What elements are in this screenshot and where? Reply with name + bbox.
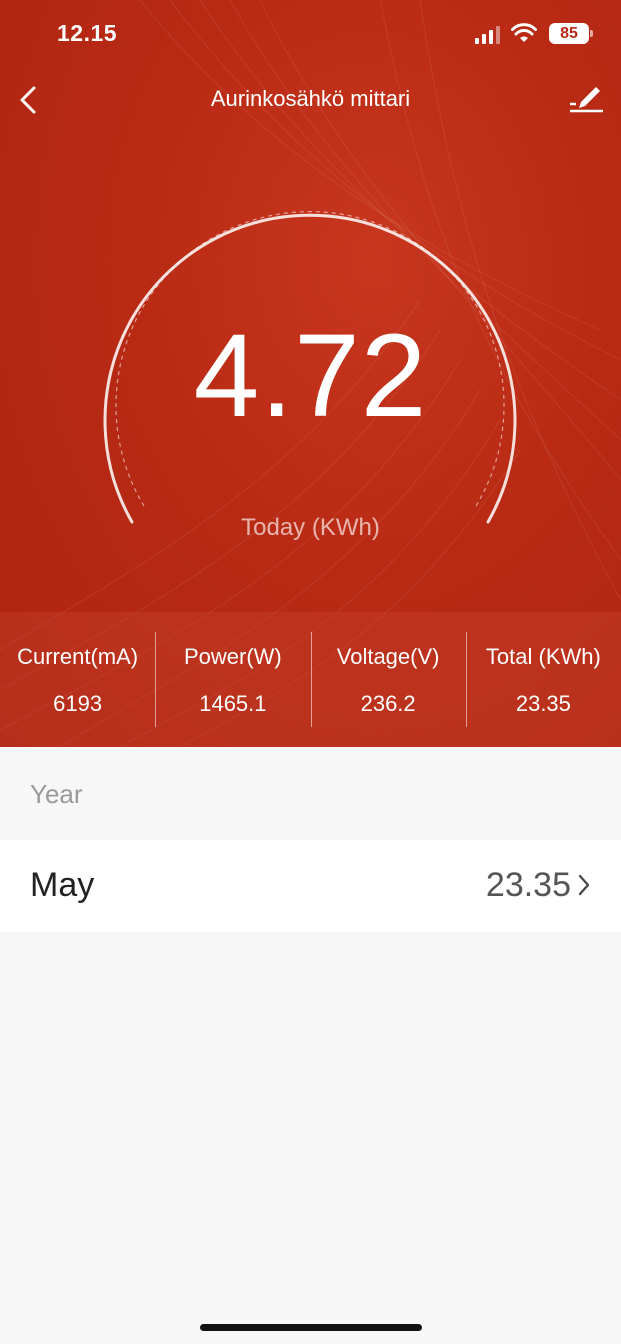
metric-value: 1465.1	[199, 691, 267, 716]
month-name: May	[30, 866, 95, 904]
month-value: 23.35	[485, 866, 571, 904]
edit-pencil-icon	[570, 87, 603, 113]
today-energy-value: 4.72	[193, 310, 428, 442]
today-energy-label: Today (KWh)	[241, 514, 380, 541]
metric-total: Total (KWh) 23.35	[465, 612, 621, 747]
metric-value: 23.35	[515, 691, 571, 716]
metric-value: 236.2	[360, 691, 416, 716]
signal-icon	[475, 26, 500, 44]
metric-value: 6193	[53, 691, 103, 716]
metric-power: Power(W) 1465.1	[155, 612, 310, 747]
month-row-may[interactable]: May 23.35	[0, 840, 621, 932]
metric-label: Power(W)	[183, 644, 282, 669]
wifi-icon	[511, 23, 537, 42]
edit-button[interactable]	[567, 80, 607, 120]
battery-icon: 85	[549, 23, 593, 44]
metric-label: Voltage(V)	[336, 644, 440, 669]
metric-voltage: Voltage(V) 236.2	[310, 612, 466, 747]
home-indicator[interactable]	[200, 1324, 422, 1331]
status-bar: 12.15 85	[0, 0, 621, 70]
chevron-right-icon	[578, 874, 590, 896]
metric-current: Current(mA) 6193	[0, 612, 155, 747]
metric-label: Current(mA)	[17, 644, 139, 669]
metric-label: Total (KWh)	[485, 644, 601, 669]
status-icons: 85	[449, 22, 593, 48]
metrics-bar: Current(mA) 6193 Power(W) 1465.1 Voltage…	[0, 612, 621, 747]
nav-bar: Aurinkosähkö mittari	[0, 70, 621, 130]
energy-gauge: 4.72 Today (KWh)	[0, 180, 621, 580]
year-section-header: Year	[0, 747, 621, 840]
status-time: 12.15	[57, 20, 118, 46]
page-title: Aurinkosähkö mittari	[210, 86, 411, 111]
hero-panel: 12.15 85 Aurinkosähkö mittari 4.72 Today…	[0, 0, 621, 747]
year-label: Year	[30, 779, 83, 809]
